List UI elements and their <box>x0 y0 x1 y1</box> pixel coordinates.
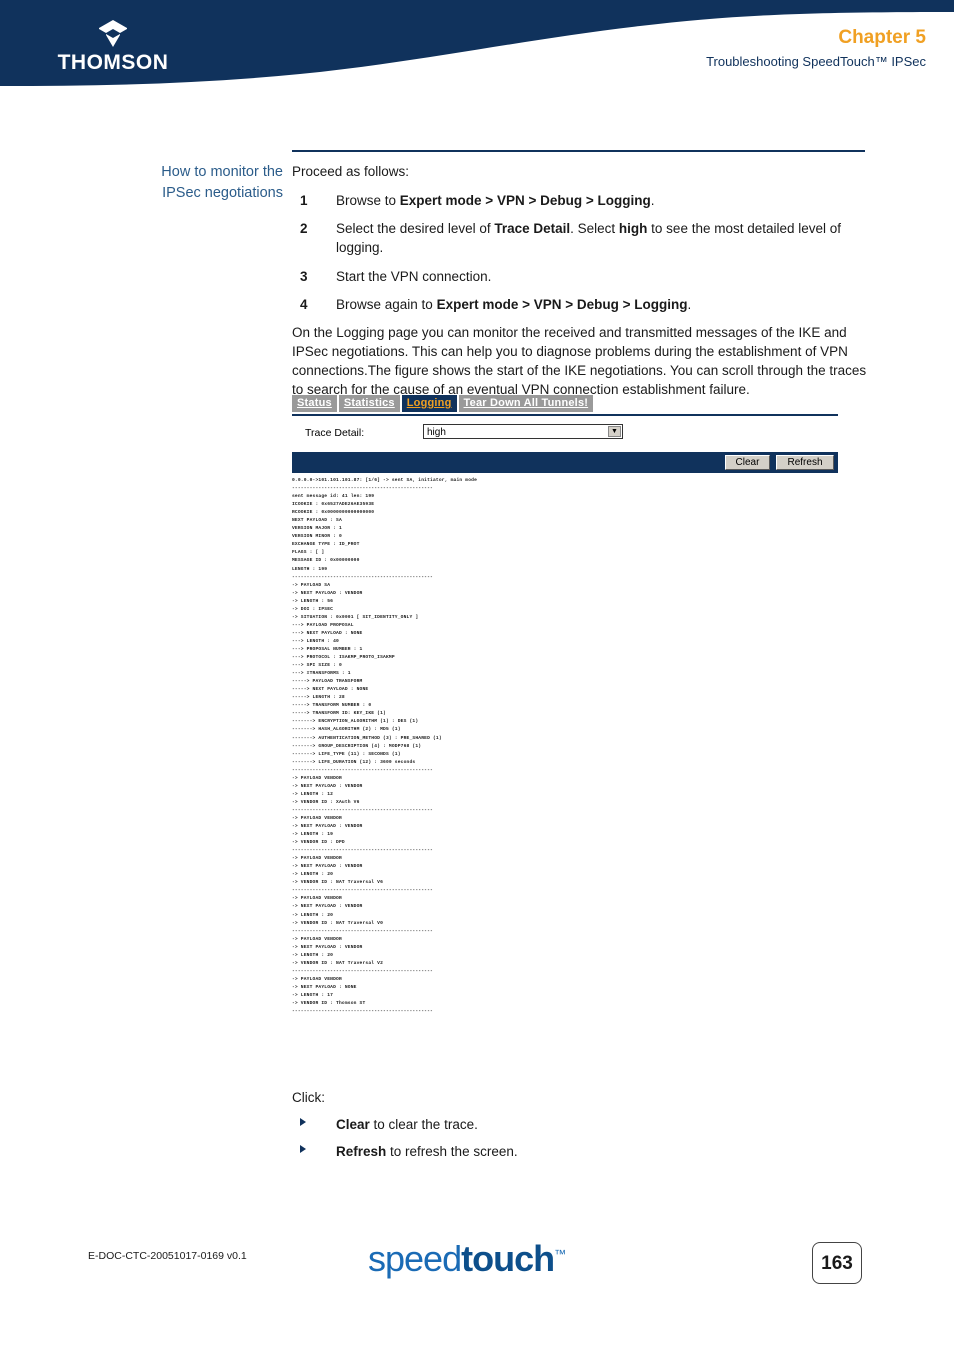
click-actions-section: Click: Clear to clear the trace. Refresh … <box>292 1090 868 1169</box>
click-bullet-description: to refresh the screen. <box>386 1144 518 1160</box>
click-bullet-action: Refresh <box>336 1144 387 1160</box>
tab-tear-down-all-tunnels[interactable]: Tear Down All Tunnels! <box>458 395 594 412</box>
click-bullet-list: Clear to clear the trace. Refresh to refr… <box>292 1115 868 1161</box>
content-divider <box>292 150 865 152</box>
thomson-logo: THOMSON <box>38 18 188 73</box>
click-intro: Click: <box>292 1090 325 1105</box>
trace-detail-value: high <box>427 427 446 438</box>
tab-logging[interactable]: Logging <box>401 395 457 412</box>
step-item: 3 Start the VPN connection. <box>292 267 868 286</box>
page-footer: E-DOC-CTC-20051017-0169 v0.1 speedtouch™… <box>0 1238 954 1298</box>
step-number: 3 <box>300 268 308 284</box>
speedtouch-logo-light: speed <box>368 1238 462 1279</box>
speedtouch-logo-bold: touch <box>461 1238 555 1279</box>
step-text: Select the desired level of Trace Detail… <box>336 221 842 256</box>
tab-status[interactable]: Status <box>292 395 337 412</box>
triangle-bullet-icon <box>300 1118 306 1126</box>
main-column: Proceed as follows: 1 Browse to Expert mo… <box>292 162 868 410</box>
chevron-down-icon[interactable]: ▼ <box>608 426 621 437</box>
trademark-icon: ™ <box>554 1247 567 1261</box>
trace-detail-row: Trace Detail: high ▼ <box>292 424 841 446</box>
step-number: 1 <box>300 193 308 209</box>
chapter-title: Chapter 5 <box>838 27 926 48</box>
step-text: Start the VPN connection. <box>336 268 492 284</box>
page-header: THOMSON Chapter 5 Troubleshooting SpeedT… <box>0 0 954 95</box>
trace-detail-label: Trace Detail: <box>305 427 365 439</box>
sidebar-heading-line1: How to monitor the <box>161 164 283 180</box>
figure-tab-bar: Status Statistics Logging Tear Down All Tun… <box>292 395 838 416</box>
refresh-button[interactable]: Refresh <box>776 455 834 470</box>
step-number: 2 <box>300 221 308 237</box>
click-bullet-action: Clear <box>336 1117 370 1132</box>
click-bullet-item: Clear to clear the trace. <box>292 1115 868 1134</box>
document-code: E-DOC-CTC-20051017-0169 v0.1 <box>88 1250 247 1262</box>
proceed-intro: Proceed as follows: <box>292 164 410 179</box>
step-number: 4 <box>300 296 308 312</box>
clear-button[interactable]: Clear <box>725 455 770 470</box>
speedtouch-logo: speedtouch™ <box>368 1238 566 1280</box>
logging-description-paragraph: On the Logging page you can monitor the … <box>292 324 867 398</box>
sidebar-heading-line2: IPSec negotiations <box>162 184 283 201</box>
ike-trace-log: 0.0.0.0->101.101.101.87: [1/6] -> sent S… <box>292 478 478 1015</box>
step-item: 2 Select the desired level of Trace Detai… <box>292 219 868 257</box>
trace-detail-select[interactable]: high ▼ <box>423 424 623 439</box>
logging-page-figure: Status Statistics Logging Tear Down All Tun… <box>292 395 841 1016</box>
section-sidebar-heading: How to monitor the IPSec negotiations <box>110 162 283 203</box>
thomson-diamond-icon <box>99 20 127 47</box>
step-item: 4 Browse again to Expert mode > VPN > Deb… <box>292 295 868 314</box>
step-text: Browse to Expert mode > VPN > Debug > Lo… <box>336 193 655 209</box>
click-bullet-description: to clear the trace. <box>369 1117 478 1132</box>
figure-button-bar: Clear Refresh <box>292 452 838 473</box>
thomson-wordmark: THOMSON <box>57 51 169 74</box>
chapter-subtitle: Troubleshooting SpeedTouch™ IPSec <box>706 54 926 69</box>
page-number: 163 <box>812 1242 862 1284</box>
numbered-steps-list: 1 Browse to Expert mode > VPN > Debug > L… <box>292 191 868 314</box>
triangle-bullet-icon <box>300 1145 306 1154</box>
tab-bar-underline <box>292 414 838 416</box>
step-text: Browse again to Expert mode > VPN > Debu… <box>336 296 692 312</box>
step-item: 1 Browse to Expert mode > VPN > Debug > L… <box>292 191 868 210</box>
tab-statistics[interactable]: Statistics <box>338 395 400 412</box>
click-bullet-item: Refresh to refresh the screen. <box>292 1142 868 1161</box>
